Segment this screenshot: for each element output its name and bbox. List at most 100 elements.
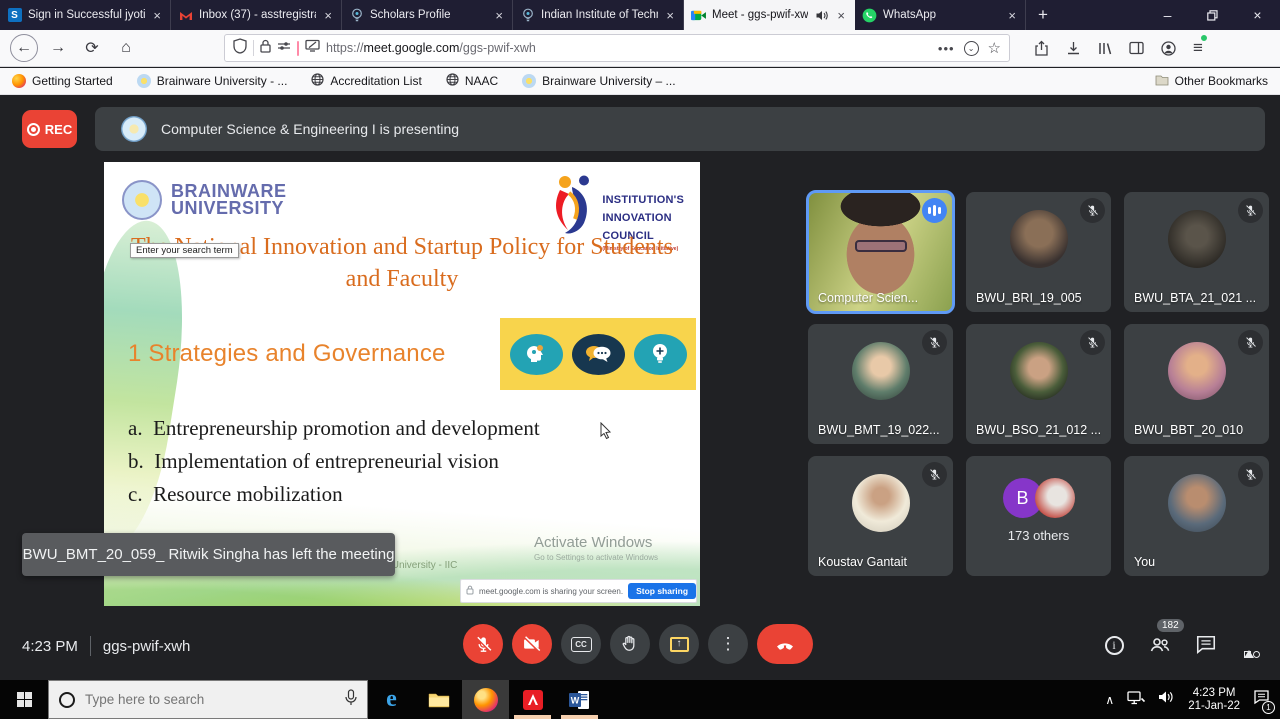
tab-meet-active[interactable]: Meet - ggs-pwif-xwh × xyxy=(684,0,855,30)
bookmark-accreditation[interactable]: Accreditation List xyxy=(311,73,421,89)
participant-tile[interactable]: BWU_BRI_19_005 xyxy=(966,192,1111,312)
url-text[interactable]: https://meet.google.com/ggs-pwif-xwh xyxy=(326,41,932,55)
tab-close-icon[interactable]: × xyxy=(493,8,505,23)
taskbar-word[interactable]: W xyxy=(556,680,603,719)
taskbar-acrobat[interactable] xyxy=(509,680,556,719)
screen: S Sign in Successful jyotiris × Inbox (3… xyxy=(0,0,1280,719)
participant-tile-others[interactable]: B 173 others xyxy=(966,456,1111,576)
sharing-indicator xyxy=(297,41,299,56)
new-tab-button[interactable]: + xyxy=(1026,0,1060,30)
globe-icon xyxy=(311,73,324,89)
taskbar-firefox[interactable] xyxy=(462,680,509,719)
downloads-icon[interactable] xyxy=(1066,41,1081,56)
mic-muted-icon xyxy=(922,330,947,355)
bookmark-star-icon[interactable]: ☆ xyxy=(988,39,1001,57)
mic-muted-icon xyxy=(1238,198,1263,223)
screen-share-icon[interactable] xyxy=(305,39,320,57)
participant-tile-you[interactable]: You xyxy=(1124,456,1269,576)
page-actions-icon[interactable]: ••• xyxy=(938,41,955,56)
share-icon[interactable] xyxy=(1034,40,1049,56)
taskbar-clock[interactable]: 4:23 PM21-Jan-22 xyxy=(1188,687,1240,713)
reload-button[interactable]: ⟳ xyxy=(78,34,106,62)
tab-audio-icon[interactable] xyxy=(814,8,829,23)
dictation-mic-icon[interactable] xyxy=(345,689,357,711)
bookmark-brainware-1[interactable]: Brainware University - ... xyxy=(137,74,288,88)
pocket-icon[interactable]: ⌄ xyxy=(964,41,979,56)
bookmark-brainware-2[interactable]: Brainware University – ... xyxy=(522,74,675,88)
stacked-avatars: B xyxy=(1003,478,1075,518)
bulb-icon xyxy=(349,8,364,23)
stop-sharing-button[interactable]: Stop sharing xyxy=(628,583,696,599)
avatar xyxy=(1035,478,1075,518)
svg-text:W: W xyxy=(571,695,580,705)
tab-sign-in[interactable]: S Sign in Successful jyotiris × xyxy=(0,0,171,30)
start-button[interactable] xyxy=(0,680,48,719)
gmail-icon xyxy=(178,8,193,23)
url-bar[interactable]: https://meet.google.com/ggs-pwif-xwh •••… xyxy=(224,34,1010,62)
tab-close-icon[interactable]: × xyxy=(664,8,676,23)
taskbar-edge[interactable]: e xyxy=(368,680,415,719)
globe-icon xyxy=(446,73,459,89)
search-input[interactable] xyxy=(85,692,335,707)
volume-icon[interactable] xyxy=(1158,690,1175,709)
taskbar-explorer[interactable] xyxy=(415,680,462,719)
tab-close-icon[interactable]: × xyxy=(322,8,334,23)
brainware-icon xyxy=(522,74,536,88)
tabbar-spacer xyxy=(1060,0,1145,30)
bookmark-getting-started[interactable]: Getting Started xyxy=(12,74,113,88)
raise-hand-button[interactable] xyxy=(610,624,650,664)
participant-name: Koustav Gantait xyxy=(818,555,907,569)
participants-icon[interactable]: 182 xyxy=(1148,633,1172,657)
participant-tile[interactable]: BWU_BTA_21_021 ... xyxy=(1124,192,1269,312)
slide-bullet-list: a. Entrepreneurship promotion and develo… xyxy=(128,412,540,511)
participant-grid: Computer Scien... BWU_BRI_19_005 BWU_BTA… xyxy=(808,192,1269,576)
slide-icon-box xyxy=(500,318,696,390)
participant-tile[interactable]: BWU_BSO_21_012 ... xyxy=(966,324,1111,444)
avatar xyxy=(852,474,910,532)
iic-emblem-icon xyxy=(550,174,596,238)
taskbar-search[interactable] xyxy=(48,680,368,719)
lock-icon[interactable] xyxy=(260,39,271,58)
tab-scholars[interactable]: Scholars Profile × xyxy=(342,0,513,30)
window-minimize-button[interactable]: – xyxy=(1145,0,1190,30)
participant-tile-presenter[interactable]: Computer Scien... xyxy=(808,192,953,312)
chat-icon[interactable] xyxy=(1194,633,1218,657)
bookmark-naac[interactable]: NAAC xyxy=(446,73,498,89)
home-button[interactable]: ⌂ xyxy=(112,34,140,62)
participant-tile[interactable]: BWU_BBT_20_010 xyxy=(1124,324,1269,444)
tab-iit[interactable]: Indian Institute of Techno × xyxy=(513,0,684,30)
library-icon[interactable] xyxy=(1098,41,1112,56)
participant-tile[interactable]: Koustav Gantait xyxy=(808,456,953,576)
meet-icon xyxy=(691,8,706,23)
back-button[interactable]: ← xyxy=(10,34,38,62)
tab-inbox[interactable]: Inbox (37) - asstregistrar × xyxy=(171,0,342,30)
participant-tile[interactable]: BWU_BMT_19_022... xyxy=(808,324,953,444)
chat-bubbles-icon xyxy=(572,334,625,375)
more-options-button[interactable]: ⋮ xyxy=(708,624,748,664)
meeting-details-icon[interactable]: i xyxy=(1102,633,1126,657)
action-center-icon[interactable]: 1 xyxy=(1253,689,1270,710)
account-icon[interactable] xyxy=(1161,41,1176,56)
present-screen-button[interactable]: ↑ xyxy=(659,624,699,664)
sidebar-icon[interactable] xyxy=(1129,41,1144,55)
window-close-button[interactable]: × xyxy=(1235,0,1280,30)
tab-close-icon[interactable]: × xyxy=(151,8,163,23)
leave-call-button[interactable] xyxy=(757,624,813,664)
activate-windows-watermark: Activate Windows Go to Settings to activ… xyxy=(534,534,658,562)
hidden-icons-chevron[interactable]: ∧ xyxy=(1105,693,1114,707)
menu-icon[interactable]: ≡ xyxy=(1193,38,1203,58)
mic-mute-button[interactable] xyxy=(463,624,503,664)
window-restore-button[interactable] xyxy=(1190,0,1235,30)
permissions-icon[interactable] xyxy=(277,39,291,57)
tab-close-icon[interactable]: × xyxy=(1006,8,1018,23)
shield-icon[interactable] xyxy=(233,38,247,59)
forward-button[interactable]: → xyxy=(44,34,72,62)
camera-off-button[interactable] xyxy=(512,624,552,664)
activities-icon[interactable] xyxy=(1240,633,1264,657)
tab-whatsapp[interactable]: WhatsApp × xyxy=(855,0,1026,30)
windows-taskbar: e W ∧ 4:23 PM21-Jan-22 1 xyxy=(0,680,1280,719)
network-icon[interactable] xyxy=(1127,690,1145,710)
tab-close-icon[interactable]: × xyxy=(835,8,847,23)
captions-button[interactable]: CC xyxy=(561,624,601,664)
other-bookmarks[interactable]: Other Bookmarks xyxy=(1155,74,1268,89)
